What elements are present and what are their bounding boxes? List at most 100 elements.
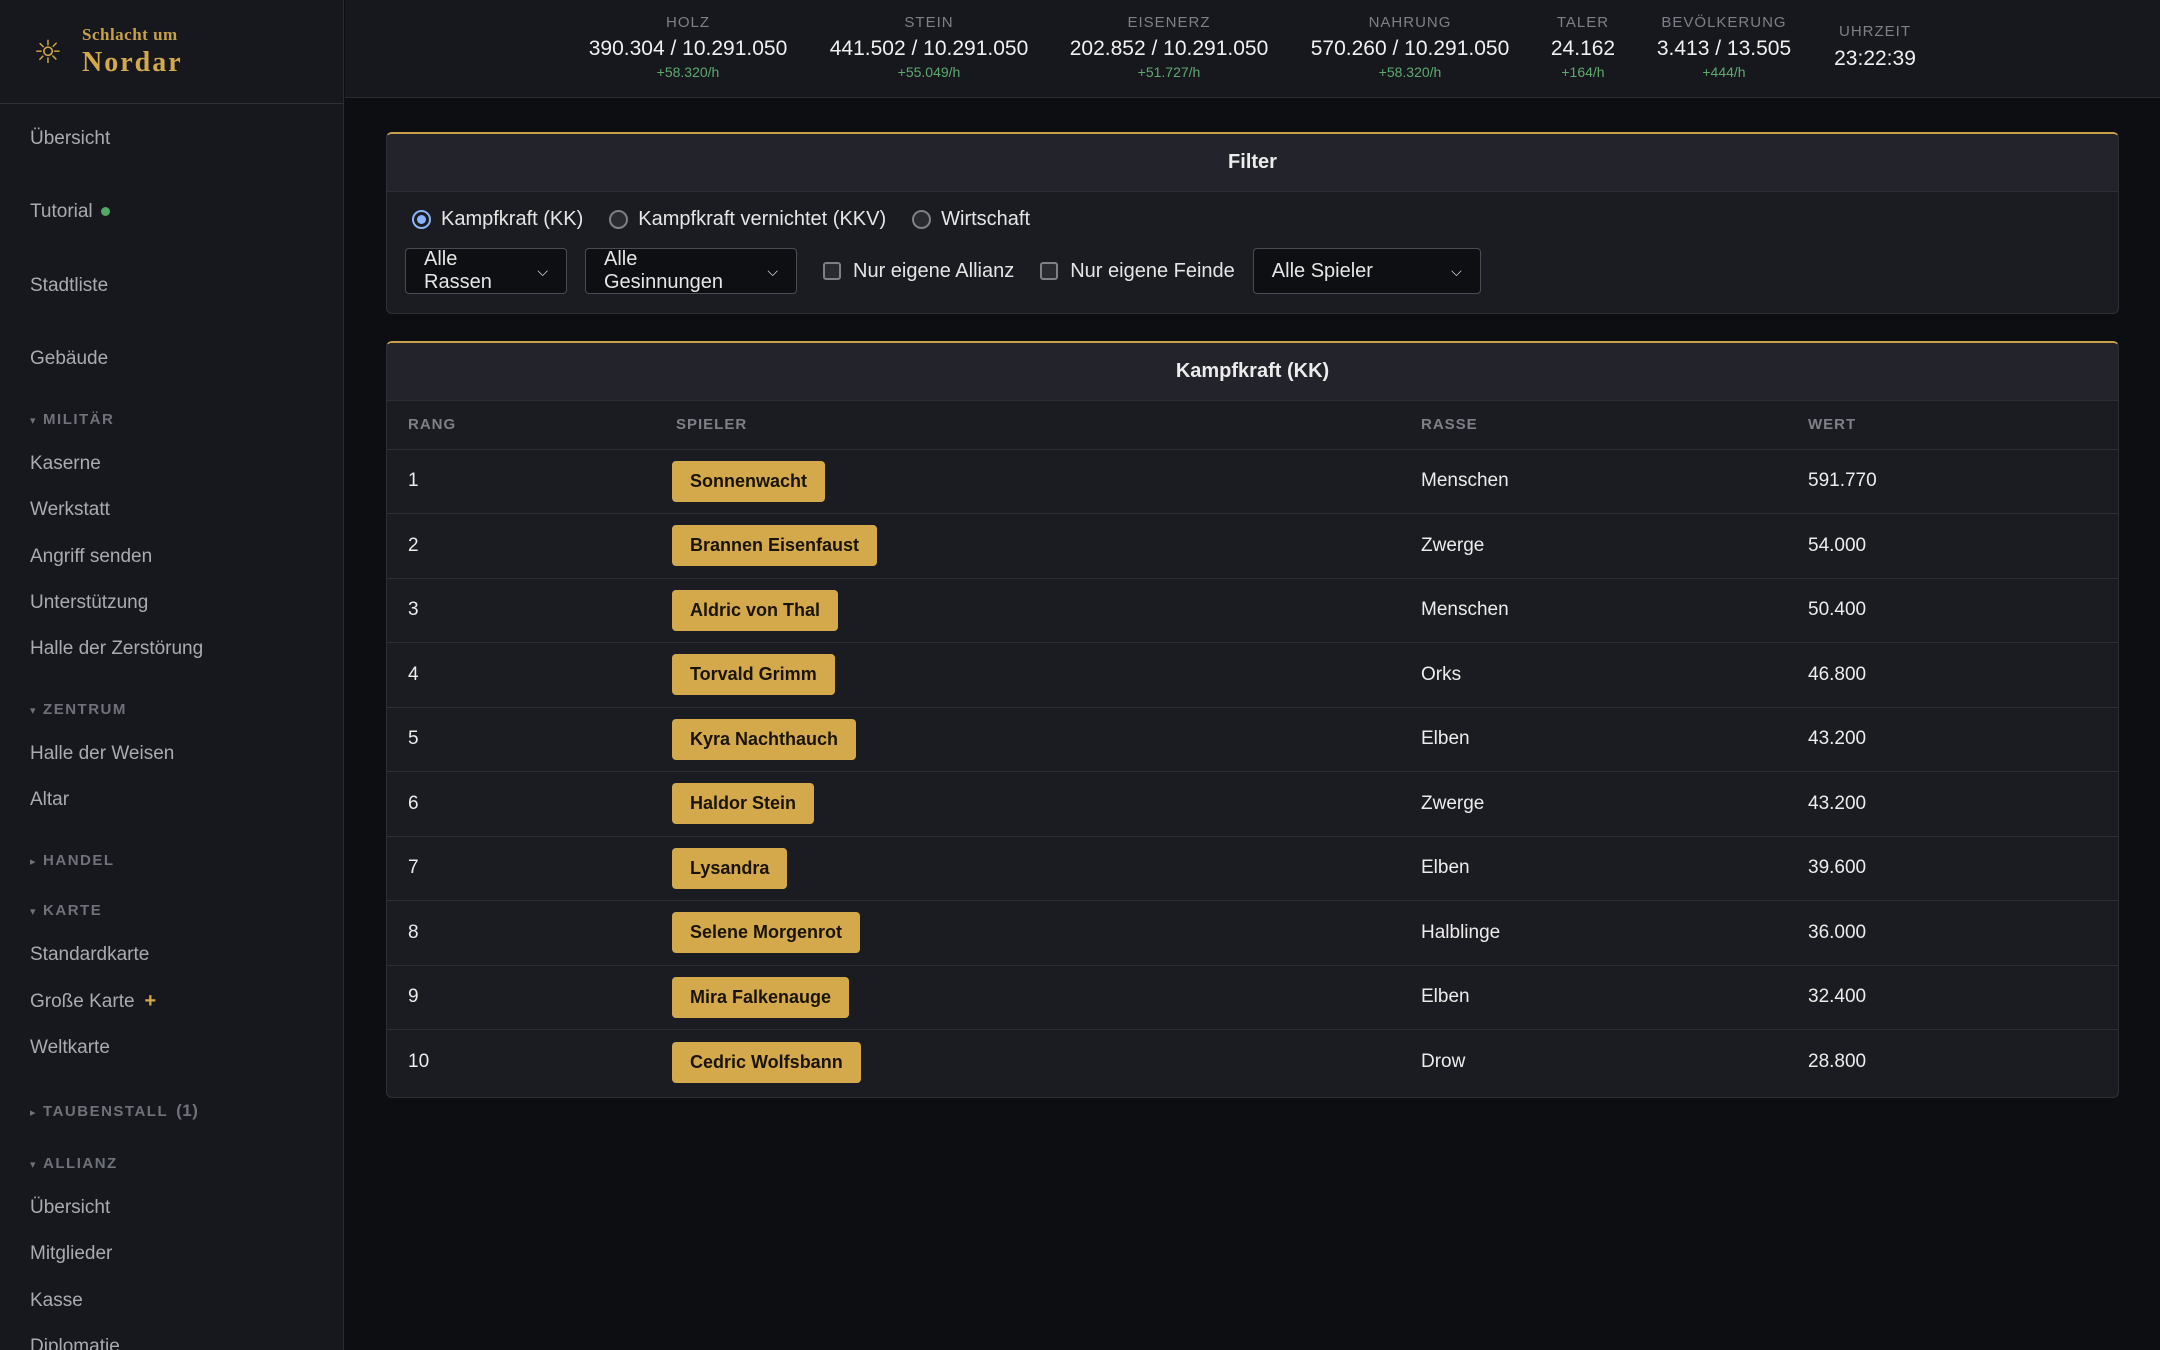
sidebar-item-diplomatie[interactable]: Diplomatie <box>30 1336 120 1350</box>
resource-stein: STEIN 441.502 / 10.291.050 +55.049/h <box>829 14 1029 80</box>
rank-cell: 6 <box>387 771 655 837</box>
player-link[interactable]: Kyra Nachthauch <box>672 718 857 760</box>
ranking-table: RANG SPIELER RASSE WERT 1 Sonnenwacht Mens… <box>387 401 2118 1094</box>
chevron-right-icon: ▸ <box>30 856 38 868</box>
chevron-down-icon: ▾ <box>30 705 38 717</box>
player-link[interactable]: Sonnenwacht <box>672 460 826 502</box>
sidebar-item-grosse-karte[interactable]: Große Karte + <box>30 990 156 1013</box>
rank-cell: 8 <box>387 900 655 966</box>
table-row: 3 Aldric von Thal Menschen 50.400 <box>387 578 2118 643</box>
rank-cell: 3 <box>387 578 655 643</box>
player-cell: Selene Morgenrot <box>655 900 1400 966</box>
filter-title: Filter <box>387 134 2118 192</box>
resource-bar: HOLZ 390.304 / 10.291.050 +58.320/h STEI… <box>345 0 2160 98</box>
player-link[interactable]: Lysandra <box>672 847 788 889</box>
player-link[interactable]: Mira Falkenauge <box>672 976 850 1018</box>
radio-kk[interactable]: Kampfkraft (KK) <box>412 208 583 231</box>
sidebar-item-stadtliste[interactable]: Stadtliste <box>30 275 108 297</box>
player-cell: Lysandra <box>655 836 1400 901</box>
section-karte[interactable]: ▾ KARTE <box>30 902 102 919</box>
race-cell: Drow <box>1421 1051 1466 1072</box>
player-link[interactable]: Brannen Eisenfaust <box>672 525 878 567</box>
section-handel[interactable]: ▸ HANDEL <box>30 852 115 869</box>
player-cell: Mira Falkenauge <box>655 965 1400 1030</box>
brand-subtitle: Schlacht um <box>82 24 178 44</box>
section-zentrum[interactable]: ▾ ZENTRUM <box>30 701 127 718</box>
race-cell: Elben <box>1400 965 1787 1030</box>
sidebar-item-standardkarte[interactable]: Standardkarte <box>30 944 149 966</box>
rank-cell: 4 <box>387 642 655 708</box>
column-wert[interactable]: WERT <box>1787 401 2118 450</box>
sidebar-item-kasse[interactable]: Kasse <box>30 1290 83 1312</box>
rank-cell: 2 <box>387 513 655 579</box>
resource-bevoelkerung: BEVÖLKERUNG 3.413 / 13.505 +444/h <box>1656 14 1792 80</box>
message-count: (1) <box>176 1101 199 1120</box>
brand-title: Nordar <box>82 46 183 78</box>
own-alliance-checkbox[interactable]: Nur eigene Allianz <box>815 260 1014 283</box>
table-row: 7 Lysandra Elben 39.600 <box>387 836 2118 901</box>
radio-kkv[interactable]: Kampfkraft vernichtet (KKV) <box>609 208 886 231</box>
sidebar-item-halle-weisen[interactable]: Halle der Weisen <box>30 743 174 765</box>
race-cell: Zwerge <box>1400 513 1787 579</box>
chevron-down-icon: ▾ <box>30 1159 38 1171</box>
sidebar-item-werkstatt[interactable]: Werkstatt <box>30 499 110 521</box>
radio-button[interactable] <box>912 210 932 229</box>
brand[interactable]: ☼ Schlacht um Nordar <box>0 0 343 104</box>
race-cell: Elben <box>1400 707 1787 772</box>
sidebar-item-unterstuetzung[interactable]: Unterstützung <box>30 592 148 614</box>
sidebar-item-halle-zerstoerung[interactable]: Halle der Zerstörung <box>30 638 203 660</box>
sidebar-item-tutorial[interactable]: Tutorial <box>30 201 110 223</box>
table-row: 6 Haldor Stein Zwerge 43.200 <box>387 771 2118 837</box>
radio-button[interactable] <box>609 210 629 229</box>
sidebar-item-kaserne[interactable]: Kaserne <box>30 453 101 475</box>
player-link[interactable]: Haldor Stein <box>672 783 815 825</box>
player-link[interactable]: Selene Morgenrot <box>672 912 861 954</box>
player-link[interactable]: Aldric von Thal <box>672 589 839 631</box>
chevron-down-icon: ▾ <box>30 906 38 918</box>
race-cell: Zwerge <box>1400 771 1787 837</box>
column-rang[interactable]: RANG <box>387 401 655 450</box>
resource-eisenerz: EISENERZ 202.852 / 10.291.050 +51.727/h <box>1069 14 1269 80</box>
radio-button[interactable] <box>412 210 431 229</box>
rank-cell: 1 <box>387 449 655 514</box>
sidebar-item-mitglieder[interactable]: Mitglieder <box>30 1243 112 1265</box>
resource-taler: TALER 24.162 +164/h <box>1550 14 1616 80</box>
rank-cell: 5 <box>387 707 655 772</box>
sidebar-item-weltkarte[interactable]: Weltkarte <box>30 1037 110 1059</box>
sidebar-item-altar[interactable]: Altar <box>30 789 69 811</box>
table-row: 5 Kyra Nachthauch Elben 43.200 <box>387 707 2118 772</box>
radio-wirtschaft[interactable]: Wirtschaft <box>912 208 1030 231</box>
sidebar-item-uebersicht[interactable]: Übersicht <box>30 128 110 150</box>
checkbox[interactable] <box>1040 262 1059 280</box>
section-allianz[interactable]: ▾ ALLIANZ <box>30 1155 118 1172</box>
race-select[interactable]: Alle Rassen ⌵ <box>405 248 567 294</box>
player-select[interactable]: Alle Spieler ⌵ <box>1252 248 1481 294</box>
value-cell: 43.200 <box>1787 707 2118 772</box>
plus-icon: + <box>144 990 157 1012</box>
column-rasse[interactable]: RASSE <box>1400 401 1787 450</box>
table-row: 8 Selene Morgenrot Halblinge 36.000 <box>387 900 2118 966</box>
player-cell: Haldor Stein <box>655 771 1400 837</box>
column-spieler[interactable]: SPIELER <box>655 401 1400 450</box>
filter-panel: Filter Kampfkraft (KK) Kampfkraft vernic… <box>386 132 2119 314</box>
own-enemies-checkbox[interactable]: Nur eigene Feinde <box>1032 260 1235 283</box>
table-row: 1 Sonnenwacht Menschen 591.770 <box>387 449 2118 514</box>
sun-icon: ☼ <box>33 32 63 71</box>
race-cell: Elben <box>1400 836 1787 901</box>
chevron-right-icon: ▸ <box>30 1107 38 1119</box>
section-taubenstall[interactable]: ▸ TAUBENSTALL (1) <box>30 1101 198 1121</box>
value-cell: 39.600 <box>1787 836 2118 901</box>
player-link[interactable]: Cedric Wolfsbann <box>672 1041 861 1083</box>
ranking-title: Kampfkraft (KK) <box>387 343 2118 401</box>
sidebar-item-allianz-uebersicht[interactable]: Übersicht <box>30 1197 110 1219</box>
table-header: RANG SPIELER RASSE WERT <box>387 401 2118 450</box>
section-militaer[interactable]: ▾ MILITÄR <box>30 411 114 428</box>
sidebar-item-gebaeude[interactable]: Gebäude <box>30 348 108 370</box>
race-cell: Halblinge <box>1400 900 1787 966</box>
checkbox[interactable] <box>823 262 841 280</box>
sidebar-item-angriff[interactable]: Angriff senden <box>30 546 152 568</box>
player-link[interactable]: Torvald Grimm <box>672 654 835 696</box>
ranking-panel: Kampfkraft (KK) RANG SPIELER RASSE WERT … <box>386 341 2119 1098</box>
chevron-down-icon: ⌵ <box>1451 262 1462 279</box>
alignment-select[interactable]: Alle Gesinnungen ⌵ <box>585 248 797 294</box>
